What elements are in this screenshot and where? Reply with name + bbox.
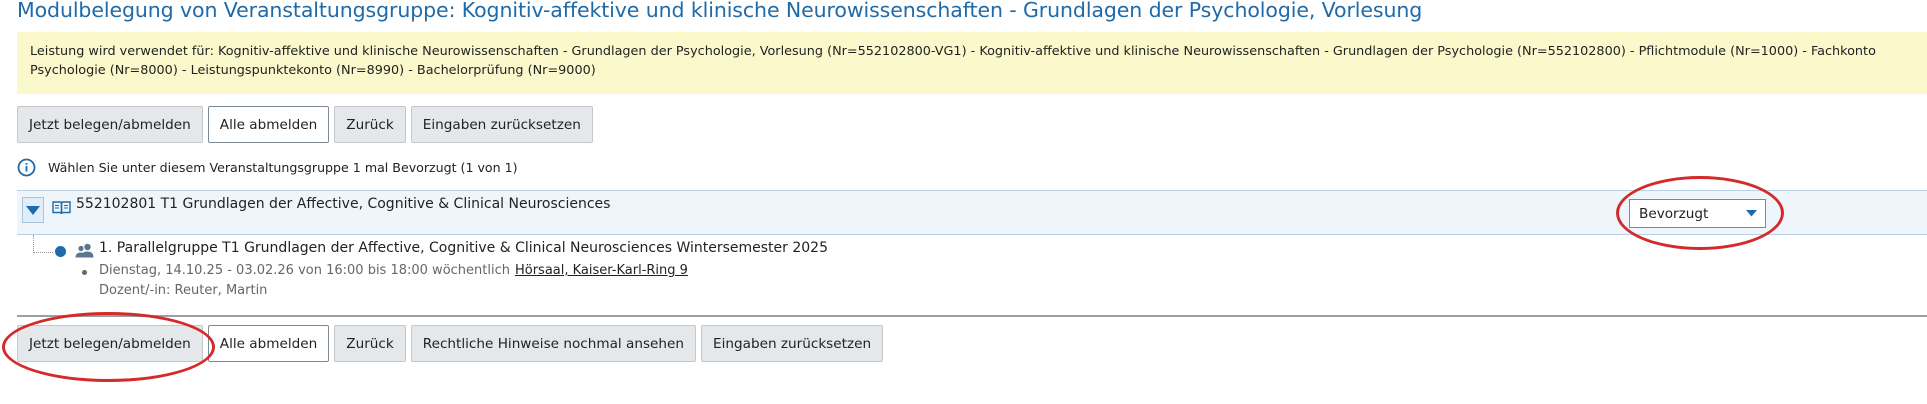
book-icon	[52, 201, 71, 215]
info-icon	[17, 158, 36, 177]
section-divider	[17, 315, 1927, 317]
back-button-bottom[interactable]: Zurück	[334, 325, 406, 362]
reset-button-bottom[interactable]: Eingaben zurücksetzen	[701, 325, 884, 362]
legal-notice-button[interactable]: Rechtliche Hinweise nochmal ansehen	[410, 325, 697, 362]
caret-down-icon	[26, 205, 40, 215]
annotation-circle-enroll-button	[2, 312, 215, 382]
schedule-line: Dienstag, 14.10.25 - 03.02.26 von 16:00 …	[99, 263, 688, 278]
selection-hint: Wählen Sie unter diesem Veranstaltungsgr…	[17, 158, 518, 177]
info-text: Leistung wird verwendet für: Kognitiv-af…	[30, 44, 1876, 78]
people-icon	[75, 243, 94, 258]
reset-button[interactable]: Eingaben zurücksetzen	[410, 106, 593, 143]
top-button-bar: Jetzt belegen/abmelden Alle abmelden Zur…	[17, 106, 593, 143]
schedule-text: Dienstag, 14.10.25 - 03.02.26 von 16:00 …	[99, 263, 510, 278]
annotation-circle-priority-select	[1616, 176, 1784, 250]
unenroll-all-button[interactable]: Alle abmelden	[207, 106, 330, 143]
info-box: Leistung wird verwendet für: Kognitiv-af…	[17, 32, 1927, 94]
course-group-label: 552102801 T1 Grundlagen der Affective, C…	[76, 196, 611, 212]
parallel-group-status-dot	[55, 246, 66, 257]
unenroll-all-button-bottom[interactable]: Alle abmelden	[207, 325, 330, 362]
room-link[interactable]: Hörsaal, Kaiser-Karl-Ring 9	[515, 263, 688, 278]
tree-connector-horizontal	[33, 252, 53, 253]
tree-connector-vertical	[33, 235, 34, 253]
back-button[interactable]: Zurück	[334, 106, 406, 143]
parallel-group-label: 1. Parallelgruppe T1 Grundlagen der Affe…	[99, 240, 828, 256]
collapse-toggle[interactable]	[22, 197, 44, 223]
page-title: Modulbelegung von Veranstaltungsgruppe: …	[17, 0, 1423, 22]
hint-text: Wählen Sie unter diesem Veranstaltungsgr…	[48, 160, 518, 175]
schedule-bullet	[82, 270, 87, 275]
enroll-button[interactable]: Jetzt belegen/abmelden	[17, 106, 203, 143]
lecturer-text: Dozent/-in: Reuter, Martin	[99, 283, 268, 298]
